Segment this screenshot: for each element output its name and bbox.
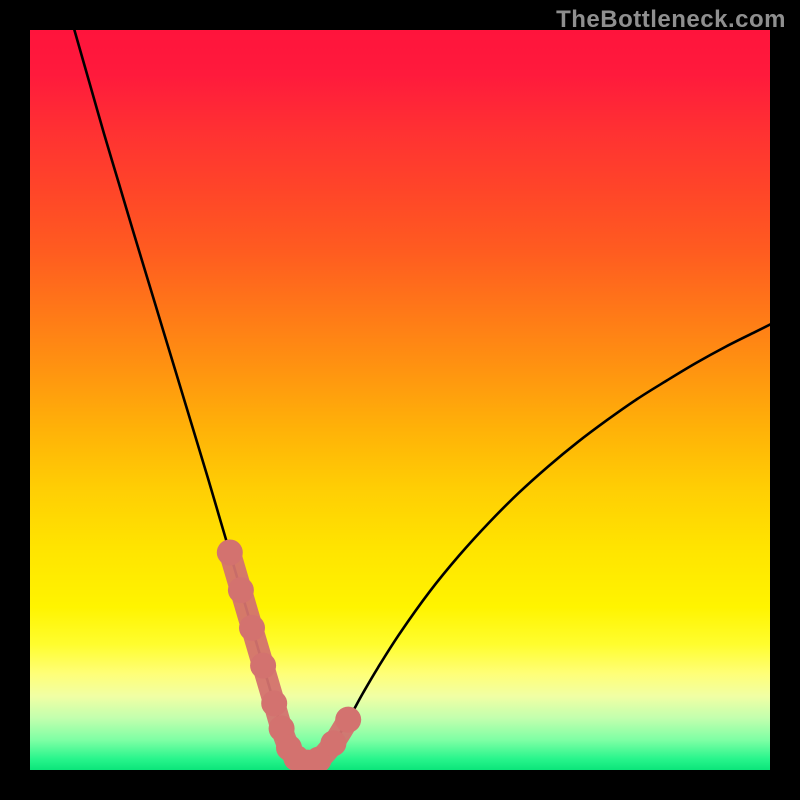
- outer-black-frame: TheBottleneck.com: [0, 0, 800, 800]
- valley-highlight-bead: [250, 653, 276, 679]
- watermark-text: TheBottleneck.com: [556, 6, 786, 34]
- plot-area: [30, 30, 770, 770]
- valley-highlight-bead: [335, 707, 361, 733]
- valley-highlight-bead: [261, 690, 287, 716]
- valley-highlight-bead: [228, 577, 254, 603]
- valley-highlight-bead: [217, 539, 243, 565]
- valley-highlight-bead: [320, 730, 346, 756]
- gradient-background: [30, 30, 770, 770]
- valley-highlight-bead: [239, 615, 265, 641]
- gradient-chart: [30, 30, 770, 770]
